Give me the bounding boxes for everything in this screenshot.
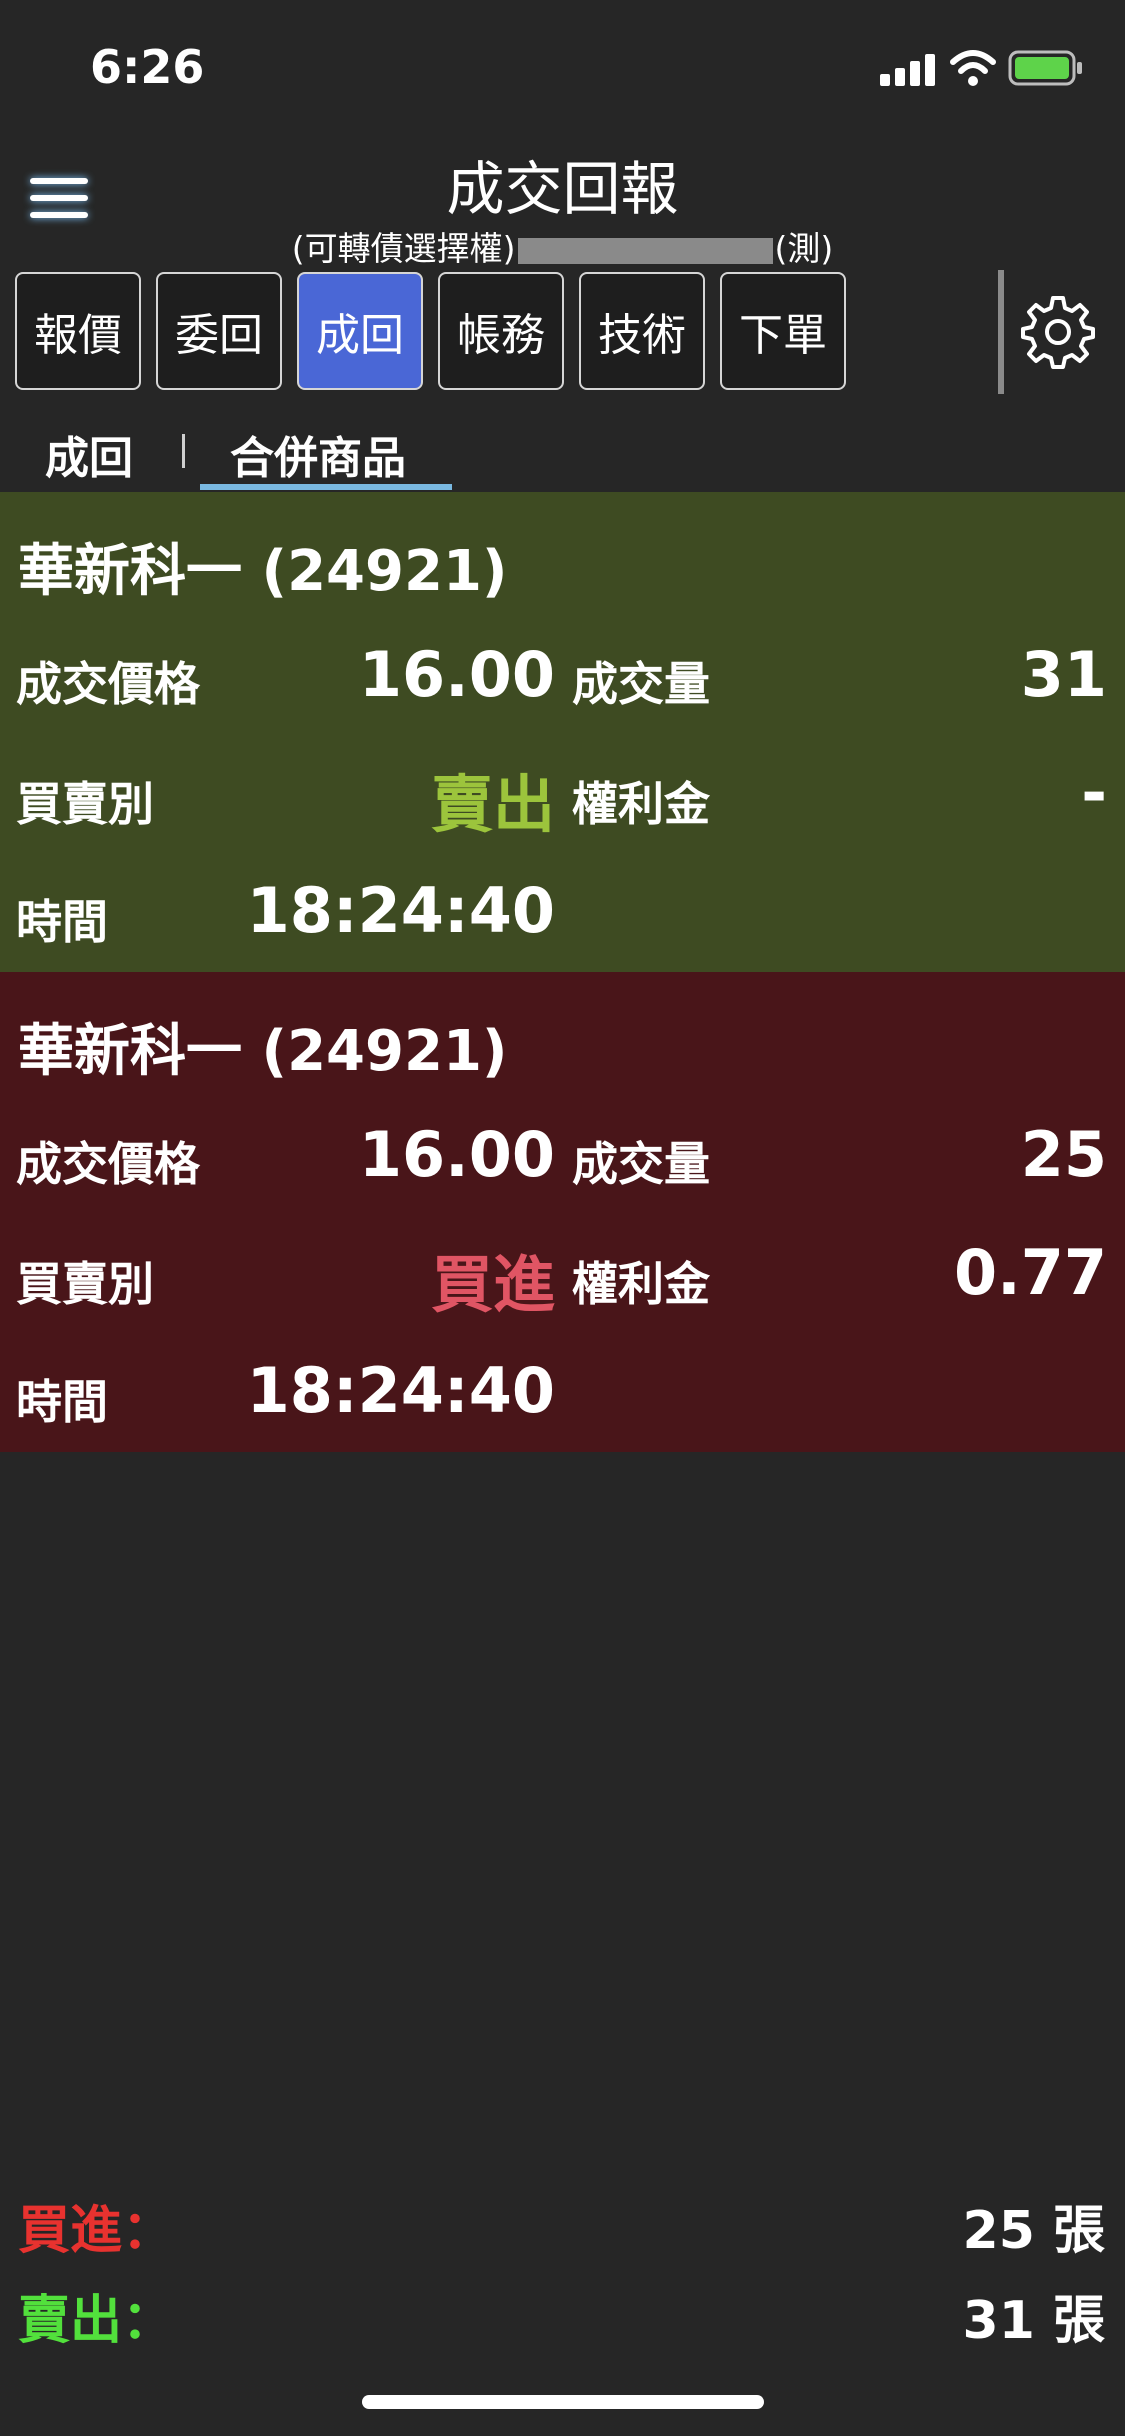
sell-summary-label: 賣出：: [18, 2291, 175, 2351]
sub-tab-bar: 成回 合併商品: [0, 400, 1125, 492]
side-value: 賣出: [430, 768, 555, 841]
side-label: 買賣別: [16, 777, 154, 831]
volume-value: 31: [1020, 638, 1107, 711]
tab-place-order[interactable]: 下單: [720, 272, 846, 390]
product-name: 華新科一 (24921): [18, 539, 508, 604]
tab-account[interactable]: 帳務: [438, 272, 564, 390]
price-label: 成交價格: [16, 657, 200, 711]
subtab-separator: [182, 434, 185, 468]
time-label: 時間: [16, 895, 108, 949]
volume-label: 成交量: [572, 657, 710, 711]
toolbar-divider: [998, 270, 1004, 394]
nav-header: 成交回報 (可轉債選擇權) (測): [0, 130, 1125, 270]
status-bar: 6:26: [0, 0, 1125, 130]
trade-card[interactable]: 華新科一 (24921) 成交價格 16.00 成交量 31 買賣別 賣出 權利…: [0, 492, 1125, 972]
price-value: 16.00: [358, 638, 555, 711]
trade-card[interactable]: 華新科一 (24921) 成交價格 16.00 成交量 25 買賣別 買進 權利…: [0, 972, 1125, 1452]
tab-technical[interactable]: 技術: [579, 272, 705, 390]
status-time: 6:26: [90, 40, 205, 94]
time-label: 時間: [16, 1375, 108, 1429]
buy-summary-label: 買進：: [18, 2201, 175, 2261]
battery-icon: [1008, 50, 1082, 86]
volume-label: 成交量: [572, 1137, 710, 1191]
sell-summary-value: 31 張: [962, 2291, 1105, 2351]
tab-trade-report[interactable]: 成回: [297, 272, 423, 390]
home-indicator[interactable]: [362, 2395, 764, 2409]
buy-summary-value: 25 張: [962, 2201, 1105, 2261]
premium-value: -: [1081, 756, 1107, 829]
page-title: 成交回報: [446, 155, 679, 223]
volume-value: 25: [1020, 1118, 1107, 1191]
wifi-icon: [950, 50, 996, 86]
premium-label: 權利金: [572, 777, 710, 831]
subtitle-prefix: (可轉債選擇權): [291, 229, 516, 268]
buy-summary-row: 買進： 25 張: [0, 2188, 1125, 2268]
price-label: 成交價格: [16, 1137, 200, 1191]
time-value: 18:24:40: [246, 1354, 555, 1427]
function-toolbar: 報價 委回 成回 帳務 技術 下單: [0, 270, 1125, 395]
premium-label: 權利金: [572, 1257, 710, 1311]
account-subtitle: (可轉債選擇權) (測): [0, 222, 1125, 270]
subtab-active-indicator: [200, 484, 452, 490]
redacted-account: [517, 237, 773, 264]
subtab-trade-report[interactable]: 成回: [45, 422, 133, 486]
gear-icon[interactable]: [1018, 292, 1098, 372]
time-value: 18:24:40: [246, 874, 555, 947]
screen: 6:26 成交回報 (可轉債選擇權) (測) 報價 委回 成回 帳務 技術 下單…: [0, 0, 1125, 2436]
side-label: 買賣別: [16, 1257, 154, 1311]
subtab-merge-products[interactable]: 合併商品: [230, 422, 406, 486]
price-value: 16.00: [358, 1118, 555, 1191]
side-value: 買進: [430, 1248, 555, 1321]
sell-summary-row: 賣出： 31 張: [0, 2278, 1125, 2358]
tab-quote[interactable]: 報價: [15, 272, 141, 390]
cellular-signal-icon: [880, 52, 936, 86]
product-name: 華新科一 (24921): [18, 1019, 508, 1084]
tab-order-report[interactable]: 委回: [156, 272, 282, 390]
premium-value: 0.77: [954, 1236, 1107, 1309]
subtitle-suffix: (測): [774, 229, 834, 268]
